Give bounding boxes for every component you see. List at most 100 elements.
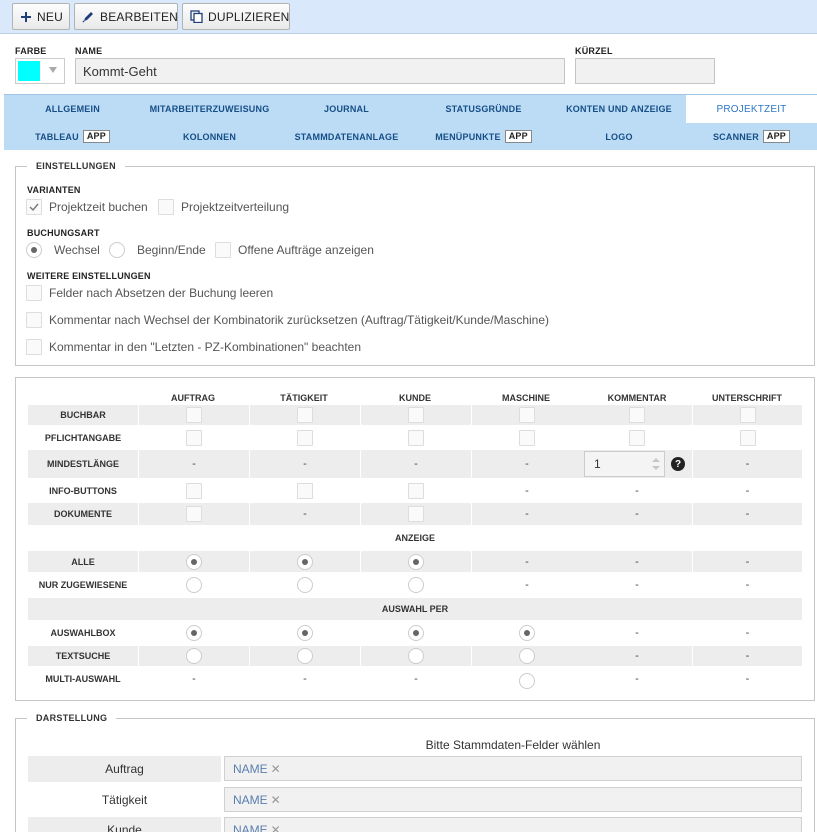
short-field[interactable] xyxy=(575,58,715,84)
mandatory-checkbox-kunde[interactable] xyxy=(408,430,424,446)
last-combinations-checkbox[interactable] xyxy=(26,339,42,355)
bookable-checkbox-unterschrift[interactable] xyxy=(739,407,756,423)
min-length-comment-field[interactable]: 1 xyxy=(584,451,665,477)
tab-menuepunkte[interactable]: MENÜPUNKTE APP xyxy=(415,123,552,150)
clear-fields-checkbox[interactable] xyxy=(26,285,42,301)
cell xyxy=(250,574,360,596)
info-checkbox-taetigkeit[interactable] xyxy=(297,483,313,499)
cell-dash: - xyxy=(139,450,249,478)
remove-tag-icon[interactable]: ✕ xyxy=(271,762,281,776)
textsearch-radio-taetigkeit[interactable] xyxy=(297,648,313,664)
selectbox-radio-kunde[interactable] xyxy=(408,625,424,641)
remove-tag-icon[interactable]: ✕ xyxy=(271,793,281,807)
variant-checkbox-projektzeit-buchen[interactable] xyxy=(26,199,42,215)
assigned-radio-kunde[interactable] xyxy=(408,577,424,593)
textsearch-radio-kunde[interactable] xyxy=(408,648,424,664)
settings-fieldset xyxy=(15,166,815,366)
tab-konten-und-anzeige[interactable]: KONTEN UND ANZEIGE xyxy=(552,95,686,122)
tag-label: NAME xyxy=(233,792,268,807)
app-badge: APP xyxy=(504,130,532,143)
tab-menuepunkte-label: MENÜPUNKTE xyxy=(435,131,501,142)
textsearch-radio-auftrag[interactable] xyxy=(186,648,202,664)
all-radio-taetigkeit[interactable] xyxy=(297,553,313,570)
tab-scanner[interactable]: SCANNER APP xyxy=(686,123,817,150)
assigned-radio-taetigkeit[interactable] xyxy=(297,577,313,593)
cell xyxy=(139,622,249,644)
documents-checkbox-auftrag[interactable] xyxy=(186,506,202,522)
color-picker[interactable] xyxy=(15,58,65,84)
assigned-radio-auftrag[interactable] xyxy=(186,577,202,593)
new-button[interactable]: NEU xyxy=(12,3,70,30)
table-row-pflichtangabe: PFLICHTANGABE xyxy=(28,427,802,449)
edit-button-label: BEARBEITEN xyxy=(100,9,179,24)
all-radio-kunde[interactable] xyxy=(408,553,424,570)
spinner-arrows-icon[interactable] xyxy=(651,455,661,473)
table-row-info-buttons: INFO-BUTTONS - - - xyxy=(28,480,802,502)
tab-stammdatenanlage[interactable]: STAMMDATENANLAGE xyxy=(278,123,415,150)
textsearch-radio-maschine[interactable] xyxy=(519,648,535,664)
selectbox-radio-auftrag[interactable] xyxy=(186,625,202,641)
tab-statusgruende[interactable]: STATUSGRÜNDE xyxy=(415,95,552,122)
info-checkbox-kunde[interactable] xyxy=(408,483,424,499)
name-field[interactable]: Kommt-Geht xyxy=(75,58,565,84)
table-row-nur-zugewiesene: NUR ZUGEWIESENE - - - xyxy=(28,574,802,596)
display-row-label-taetigkeit: Tätigkeit xyxy=(101,793,148,807)
select-band: AUSWAHL PER xyxy=(28,598,802,620)
tab-allgemein[interactable]: ALLGEMEIN xyxy=(4,95,141,122)
booking-label-beginn-ende: Beginn/Ende xyxy=(137,243,206,257)
bookable-checkbox-kommentar[interactable] xyxy=(629,407,645,423)
tab-mitarbeiterzuweisung[interactable]: MITARBEITERZUWEISUNG xyxy=(141,95,278,122)
selectbox-radio-taetigkeit[interactable] xyxy=(297,625,313,641)
info-checkbox-auftrag[interactable] xyxy=(186,483,202,499)
column-header-kommentar: KOMMENTAR xyxy=(607,393,667,403)
cell xyxy=(693,427,802,449)
booking-radio-wechsel[interactable] xyxy=(26,242,42,258)
help-icon[interactable]: ? xyxy=(671,457,685,471)
display-field-auftrag[interactable]: NAME ✕ xyxy=(224,756,802,781)
cell xyxy=(361,551,471,572)
variant-checkbox-projektzeitverteilung[interactable] xyxy=(158,199,174,215)
name-label: NAME xyxy=(75,46,103,56)
tab-journal[interactable]: JOURNAL xyxy=(278,95,415,122)
cell-dash: - xyxy=(361,450,471,478)
tab-kolonnen[interactable]: KOLONNEN xyxy=(141,123,278,150)
remove-tag-icon[interactable]: ✕ xyxy=(271,823,281,832)
cell-dash: - xyxy=(693,646,802,666)
edit-button[interactable]: BEARBEITEN xyxy=(74,3,178,30)
cell xyxy=(250,622,360,644)
cell xyxy=(139,427,249,449)
tag-label: NAME xyxy=(233,822,268,832)
mandatory-checkbox-auftrag[interactable] xyxy=(186,430,202,446)
app-window: NEU BEARBEITEN DUPLIZIEREN FARBE NAME Ko… xyxy=(0,0,817,832)
multi-radio-maschine[interactable] xyxy=(519,673,535,689)
open-orders-checkbox[interactable] xyxy=(215,242,231,258)
mandatory-checkbox-kommentar[interactable] xyxy=(629,430,645,446)
display-field-kunde[interactable]: NAME ✕ xyxy=(224,817,802,832)
tab-bar: ALLGEMEIN MITARBEITERZUWEISUNG JOURNAL S… xyxy=(4,94,817,150)
booking-radio-beginn-ende[interactable] xyxy=(109,242,125,258)
tab-projektzeit[interactable]: PROJEKTZEIT xyxy=(686,95,817,123)
cell-dash: - xyxy=(472,450,582,478)
documents-checkbox-kunde[interactable] xyxy=(408,506,424,522)
bookable-checkbox-auftrag[interactable] xyxy=(186,407,202,423)
mandatory-checkbox-unterschrift[interactable] xyxy=(739,430,756,446)
bookable-checkbox-taetigkeit[interactable] xyxy=(297,407,313,423)
cell-dash: - xyxy=(192,673,196,685)
bookable-checkbox-maschine[interactable] xyxy=(519,407,535,423)
selectbox-radio-maschine[interactable] xyxy=(519,625,535,641)
bookable-checkbox-kunde[interactable] xyxy=(408,407,424,423)
tab-tableau[interactable]: TABLEAU APP xyxy=(4,123,141,150)
mandatory-checkbox-taetigkeit[interactable] xyxy=(297,430,313,446)
cell xyxy=(250,646,360,666)
tab-logo[interactable]: LOGO xyxy=(552,123,686,150)
last-combinations-label: Kommentar in den "Letzten - PZ-Kombinati… xyxy=(49,340,362,354)
cell xyxy=(361,427,471,449)
all-radio-auftrag[interactable] xyxy=(186,553,202,570)
table-row-auswahlbox: AUSWAHLBOX - - xyxy=(28,622,802,644)
duplicate-button[interactable]: DUPLIZIEREN xyxy=(182,3,290,30)
mandatory-checkbox-maschine[interactable] xyxy=(519,430,535,446)
display-field-taetigkeit[interactable]: NAME ✕ xyxy=(224,787,802,812)
cell-dash: - xyxy=(414,673,418,685)
reset-comment-checkbox[interactable] xyxy=(26,312,42,328)
check-icon xyxy=(29,203,39,212)
